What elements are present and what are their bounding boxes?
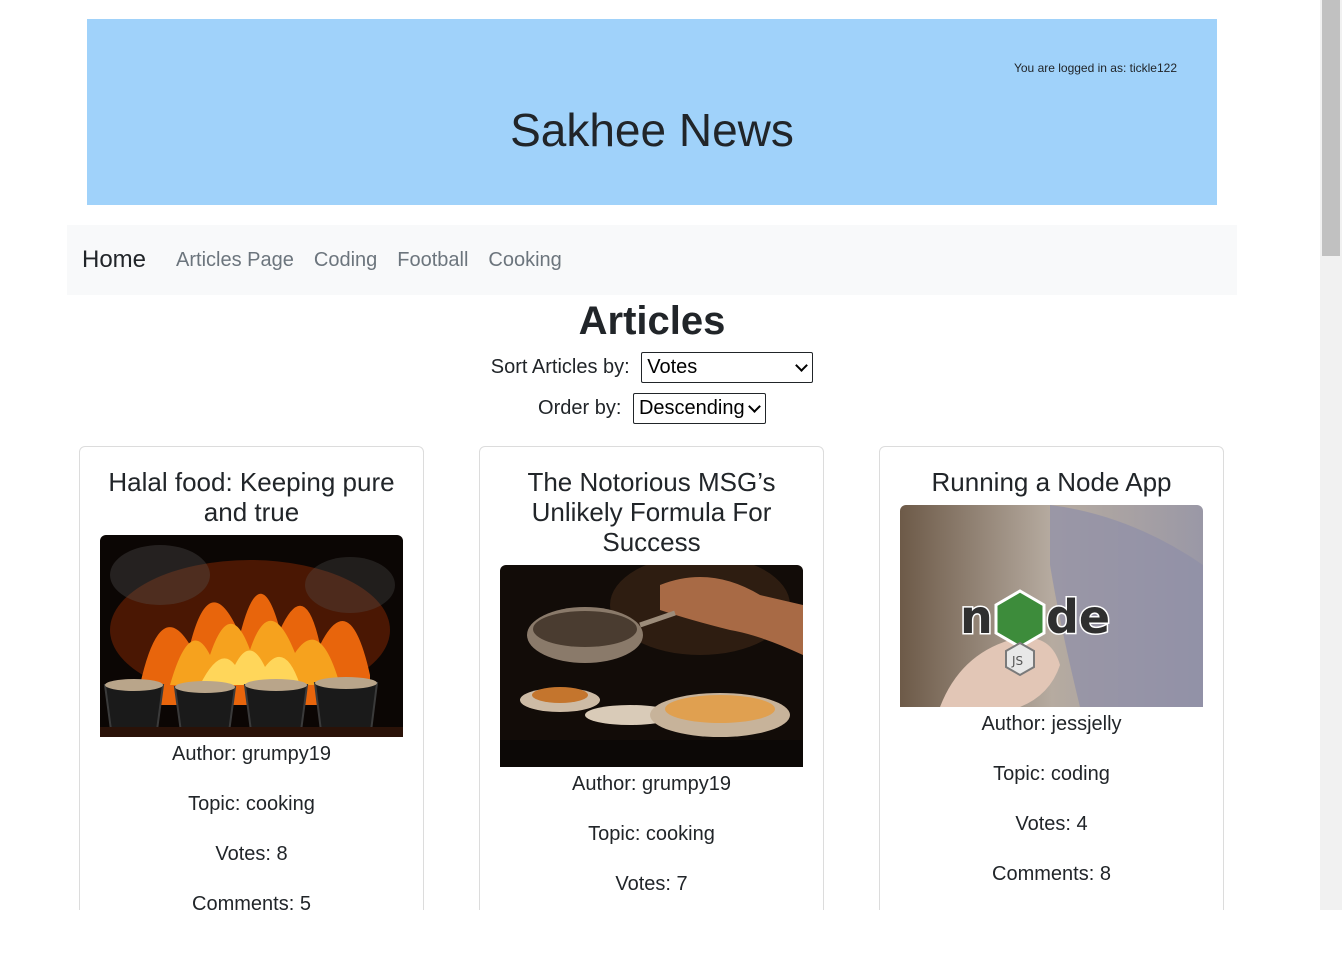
article-title[interactable]: Running a Node App bbox=[900, 467, 1203, 497]
order-select-value: Descending bbox=[638, 397, 745, 419]
sort-label: Sort Articles by: bbox=[490, 355, 630, 378]
svg-text:JS: JS bbox=[1011, 654, 1023, 668]
order-label: Order by: bbox=[538, 396, 622, 419]
page-viewport: You are logged in as: tickle122 Sakhee N… bbox=[0, 0, 1320, 910]
article-comments: Comments: 8 bbox=[992, 863, 1111, 885]
order-row: Order by: Descending bbox=[0, 393, 1304, 424]
nav-articles-page-link[interactable]: Articles Page bbox=[176, 249, 294, 272]
sort-select[interactable]: Votes bbox=[641, 352, 814, 383]
nav-cooking-link[interactable]: Cooking bbox=[488, 249, 561, 272]
article-title[interactable]: The Notorious MSG’s Unlikely Formula For… bbox=[500, 467, 803, 557]
article-author: Author: jessjelly bbox=[981, 713, 1122, 735]
article-image-pan-tossing bbox=[500, 565, 803, 767]
vertical-scrollbar[interactable] bbox=[1320, 0, 1342, 910]
article-author: Author: grumpy19 bbox=[172, 743, 331, 765]
article-topic: Topic: cooking bbox=[188, 793, 315, 815]
sort-row: Sort Articles by: Votes bbox=[0, 352, 1304, 383]
svg-text:n: n bbox=[960, 590, 993, 644]
articles-heading: Articles bbox=[578, 299, 726, 343]
article-title[interactable]: Halal food: Keeping pure and true bbox=[100, 467, 403, 527]
chevron-down-icon bbox=[795, 358, 809, 372]
article-votes: Votes: 8 bbox=[215, 843, 288, 865]
order-select[interactable]: Descending bbox=[632, 393, 766, 424]
site-title: Sakhee News bbox=[510, 104, 794, 156]
article-topic: Topic: coding bbox=[993, 763, 1110, 785]
article-votes: Votes: 4 bbox=[1015, 813, 1088, 835]
article-topic: Topic: cooking bbox=[588, 823, 715, 845]
login-status: You are logged in as: tickle122 bbox=[1013, 61, 1177, 75]
article-votes: Votes: 7 bbox=[615, 873, 688, 895]
navbar: Home Articles Page Coding Football Cooki… bbox=[67, 225, 1237, 295]
article-card[interactable]: The Notorious MSG’s Unlikely Formula For… bbox=[479, 446, 824, 910]
nav-football-link[interactable]: Football bbox=[397, 249, 468, 272]
nav-coding-link[interactable]: Coding bbox=[314, 249, 377, 272]
article-card[interactable]: Running a Node App n de JS Author: jessj… bbox=[879, 446, 1224, 910]
article-image-node-sticker: n de JS bbox=[900, 505, 1203, 707]
scrollbar-thumb[interactable] bbox=[1322, 0, 1340, 256]
site-header: You are logged in as: tickle122 Sakhee N… bbox=[87, 19, 1217, 205]
sort-select-value: Votes bbox=[647, 356, 698, 378]
article-card[interactable]: Halal food: Keeping pure and true Author… bbox=[79, 446, 424, 910]
article-image-cooking-pots bbox=[100, 535, 403, 737]
nav-home-link[interactable]: Home bbox=[82, 246, 146, 274]
article-author: Author: grumpy19 bbox=[572, 773, 731, 795]
article-comments: Comments: 5 bbox=[192, 893, 311, 910]
chevron-down-icon bbox=[748, 399, 761, 413]
svg-text:de: de bbox=[1046, 590, 1110, 644]
